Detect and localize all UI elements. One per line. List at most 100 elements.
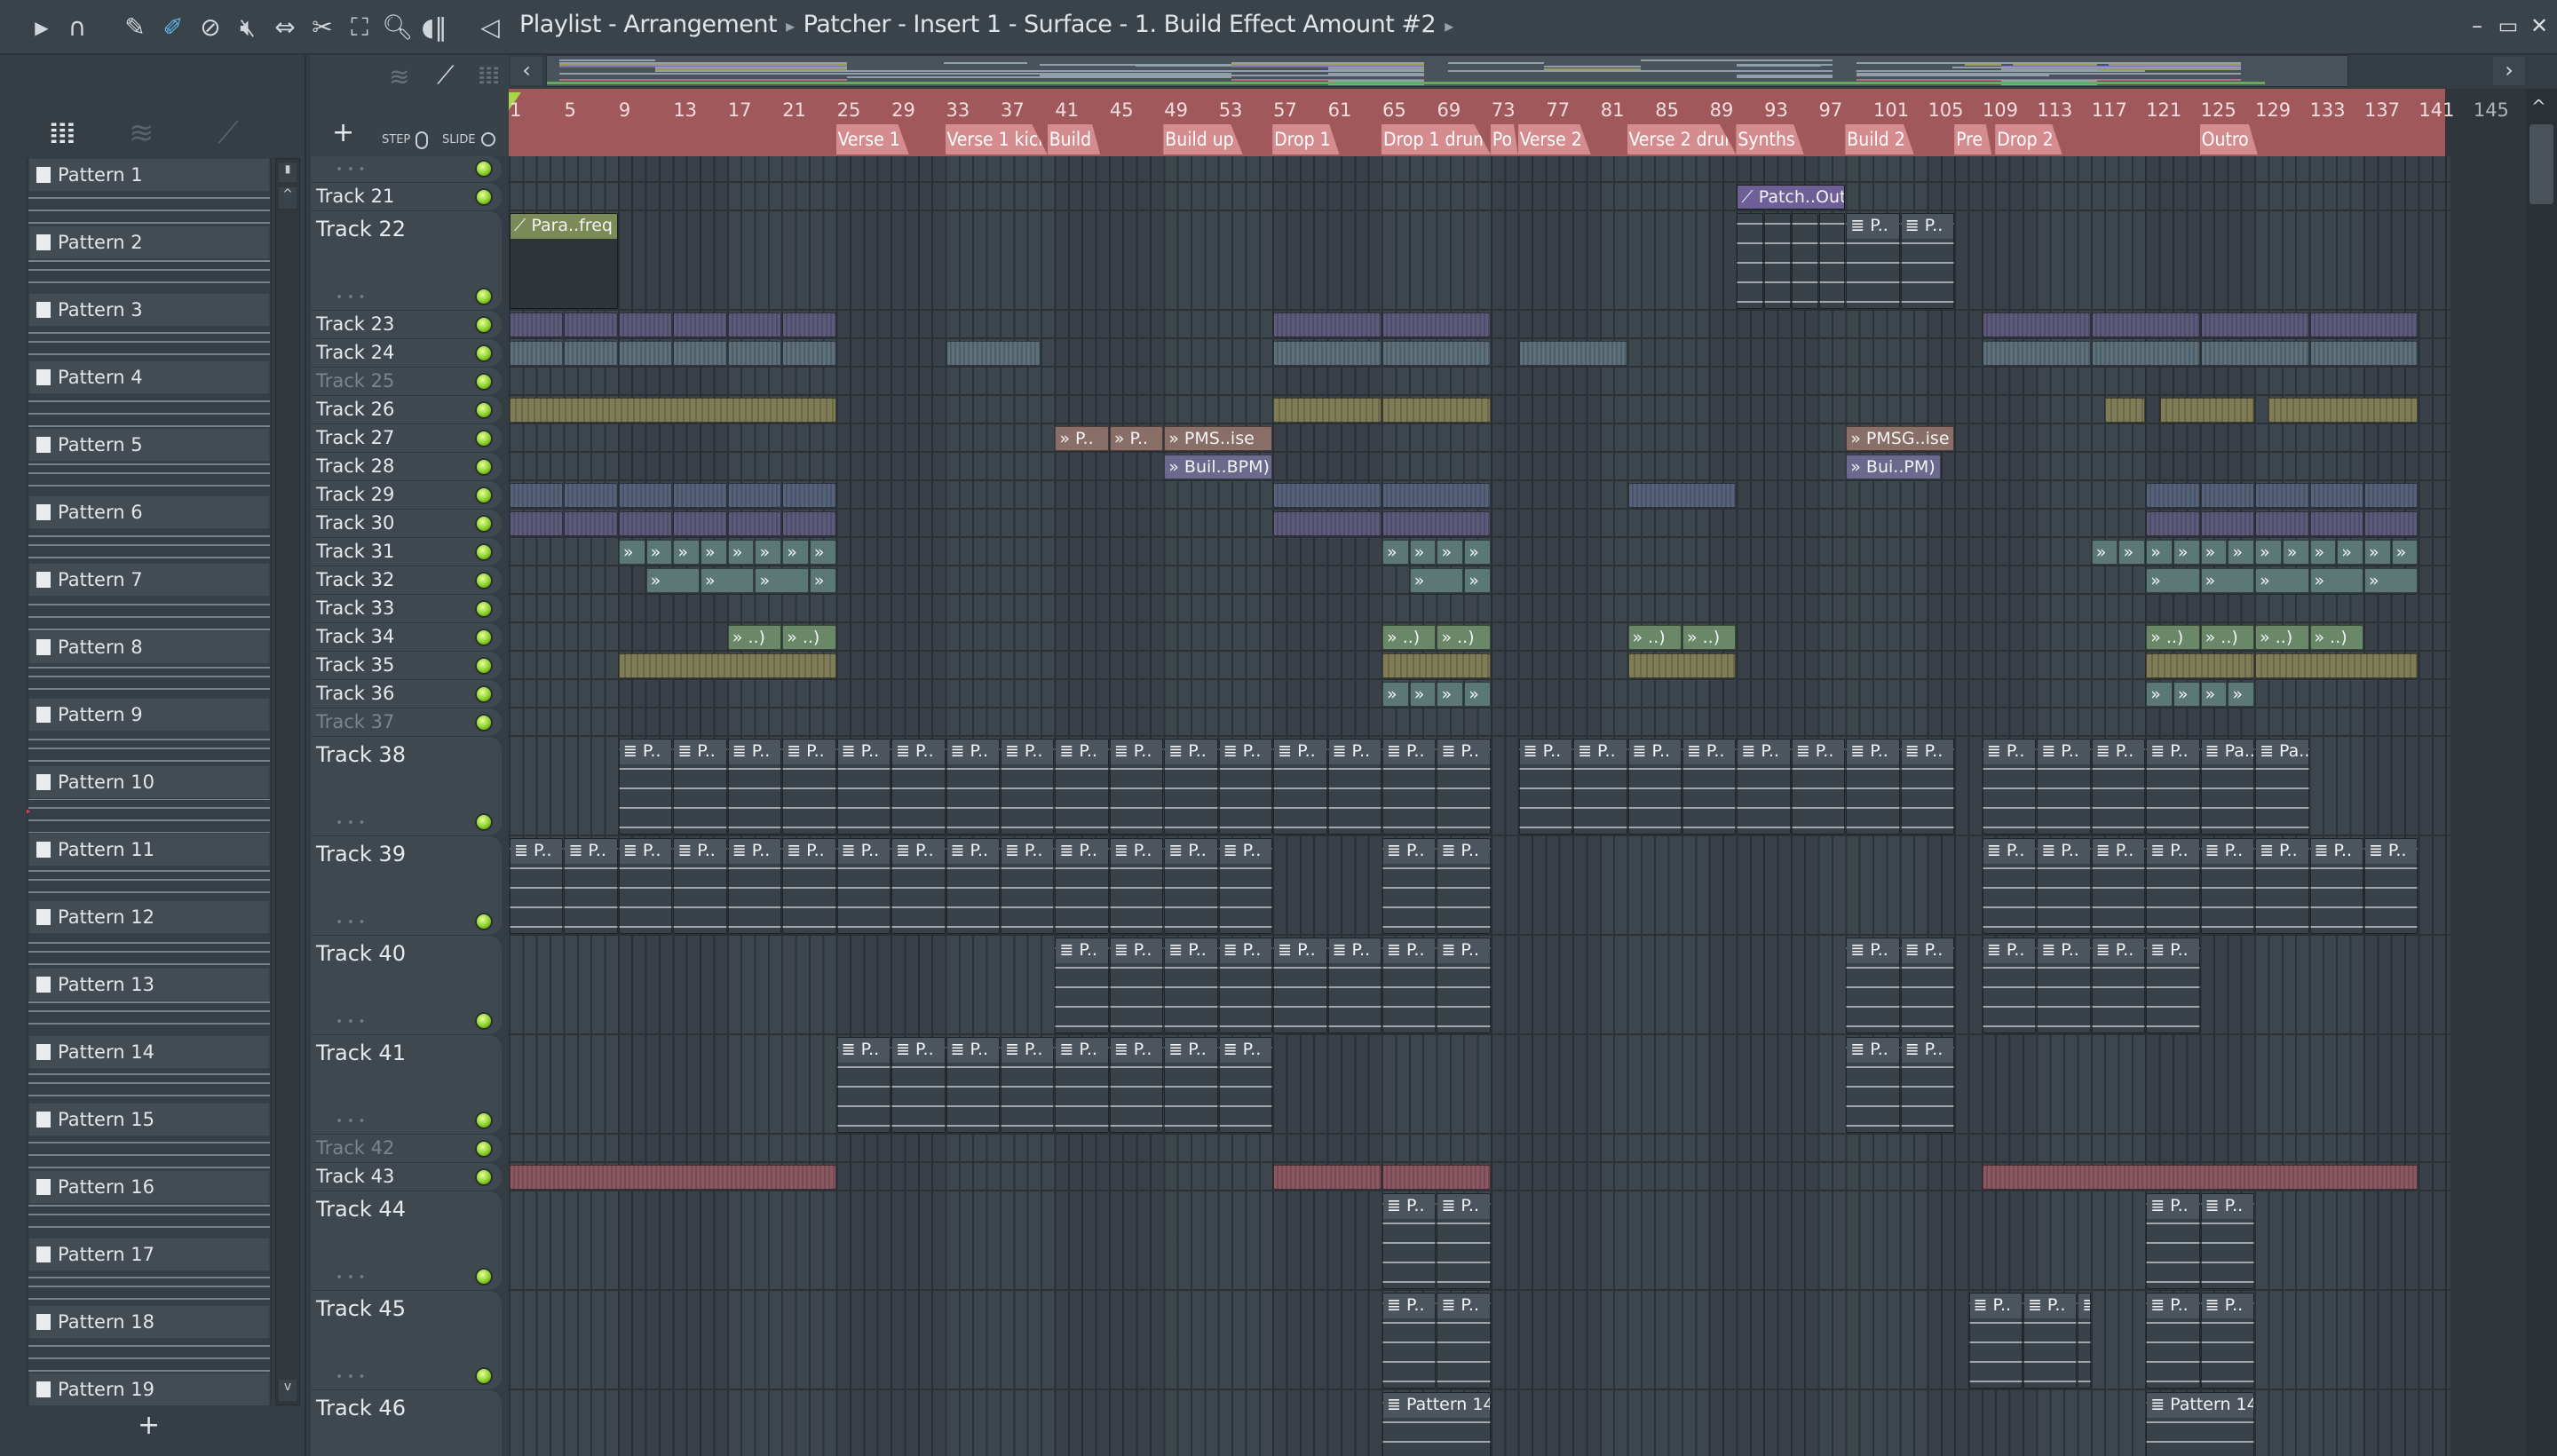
track-header[interactable]: Track 45 • • • [311,1291,502,1390]
audio-clip[interactable] [1382,1165,1491,1190]
pattern-header[interactable]: Pattern 1 [28,158,270,192]
automation-icon[interactable]: ⟋ [218,115,239,151]
audio-clip[interactable] [2255,511,2309,536]
pattern-clip[interactable]: » [809,540,836,565]
pattern-clip[interactable]: » [755,568,809,593]
marker-drop-1-drum[interactable]: Drop 1 drum [1381,124,1491,154]
audio-clip[interactable] [673,313,727,337]
pattern-clip[interactable]: » ..) [727,625,782,650]
track-options-icon[interactable]: • • • [336,1370,366,1384]
pattern-clip[interactable]: ≣ P.. [2037,938,2091,1033]
pattern-clip[interactable]: ≣ P.. [1982,739,2037,835]
audio-clip[interactable] [2309,313,2418,337]
audio-clip[interactable] [2200,511,2255,536]
pattern-clip[interactable]: ≣ P.. [1968,1293,2023,1389]
pattern-clip[interactable]: ≣ Pattern 14 [1382,1392,1491,1456]
audio-clip[interactable] [1382,398,1491,423]
audio-clip[interactable] [1627,653,1737,678]
track-header[interactable]: Track 46• • • [311,1390,502,1456]
audio-clip[interactable] [564,483,618,508]
playlist-overview[interactable] [546,55,2348,87]
pattern-clip[interactable]: ≣ P.. [946,838,1000,934]
pattern-clip[interactable]: » [782,540,809,565]
pattern-clip[interactable]: ≣ P.. [2200,838,2255,934]
pattern-clip[interactable]: » [2255,540,2282,565]
track-enable-led[interactable] [475,515,493,533]
pattern-clip[interactable]: » [2363,540,2391,565]
vertical-scroll-thumb[interactable] [2529,124,2553,204]
track-options-icon[interactable]: • • • [336,1015,366,1029]
pattern-clip[interactable]: ≣ P.. [1846,938,1900,1033]
audio-clip[interactable] [1273,511,1382,536]
track-enable-led[interactable] [475,1012,493,1030]
pattern-clip[interactable]: ≣ P.. [1327,938,1382,1033]
pattern-clip[interactable]: ≣ P.. [2146,1193,2200,1289]
audio-clip[interactable] [727,313,782,337]
pattern-item[interactable]: Pattern 12 [28,900,270,968]
pattern-clip[interactable]: » [2228,540,2255,565]
minimize-button[interactable]: – [2464,12,2490,39]
track-header[interactable]: Track 41 • • • [311,1035,502,1135]
pattern-clip[interactable]: » [1382,682,1409,707]
track-header[interactable]: Track 31 [311,538,502,566]
pattern-clip[interactable]: ≣ P.. [1982,938,2037,1033]
pattern-list-scrollbar[interactable]: ▮ ^ v [275,158,300,1405]
piano-roll-icon[interactable]: 𝍖 [478,60,500,90]
audio-clip[interactable] [564,341,618,366]
pattern-header[interactable]: Pattern 3 [28,293,270,327]
track-enable-led[interactable] [475,1367,493,1385]
track-header[interactable]: Track 21 [311,183,502,211]
track-enable-led[interactable] [475,1140,493,1158]
audio-clip[interactable] [782,313,836,337]
marker-verse-2[interactable]: Verse 2 [1517,124,1591,154]
track-header[interactable]: Track 33 [311,595,502,623]
pattern-clip[interactable]: ≣ P.. [891,1037,946,1133]
audio-clip[interactable] [510,313,564,337]
pattern-item[interactable]: Pattern 19 [28,1373,270,1405]
pattern-clip[interactable]: ≣ P.. [2091,739,2146,835]
track-enable-led[interactable] [475,572,493,590]
pattern-header[interactable]: Pattern 2 [28,226,270,259]
automation-clip[interactable]: ⟋ Patch..Out [1737,185,1846,210]
track-enable-led[interactable] [475,600,493,618]
track-header[interactable]: Track 35 [311,652,502,680]
audio-clip[interactable] [510,511,564,536]
pattern-clip[interactable]: ≣ P.. [2363,838,2418,934]
track-header[interactable]: Track 23 [311,311,502,339]
pattern-clip[interactable]: ≣ P.. [1900,739,1955,835]
audio-clip[interactable] [618,511,673,536]
marker-pre[interactable]: Pre [1954,124,1992,154]
audio-clip[interactable] [1273,1165,1382,1190]
track-enable-led[interactable] [475,629,493,646]
audio-clip[interactable] [727,483,782,508]
audio-clip[interactable] [2200,483,2255,508]
pattern-header[interactable]: Pattern 18 [28,1305,270,1339]
pattern-clip[interactable]: ≣ P.. [1437,1193,1491,1289]
audio-clip[interactable] [1273,341,1382,366]
track-options-icon[interactable]: • • • [336,162,366,177]
pattern-clip[interactable]: » [1409,540,1437,565]
pattern-clip[interactable]: ≣ P.. [2078,1293,2091,1389]
pattern-clip[interactable]: » ..) [2146,625,2200,650]
pattern-item[interactable]: Pattern 11 [28,833,270,900]
track-header[interactable]: Track 24 [311,339,502,368]
audio-clip[interactable] [2159,398,2255,423]
pattern-clip[interactable]: ≣ P.. [1218,938,1273,1033]
pattern-clip[interactable]: » [2391,540,2418,565]
marker-verse-2-drum[interactable]: Verse 2 drum [1627,124,1737,154]
pattern-clip[interactable]: » ..) [1382,625,1437,650]
audio-clip[interactable] [1382,483,1491,508]
overview-scroll-right-button[interactable]: › [2493,57,2525,85]
pattern-header[interactable]: Pattern 8 [28,630,270,664]
track-header[interactable]: Track 44 • • • [311,1191,502,1291]
pattern-clip[interactable]: ≣ P.. [2146,739,2200,835]
marker-synths[interactable]: Synths [1736,124,1804,154]
pattern-clip[interactable]: ≣ P.. [2146,938,2200,1033]
pattern-clip[interactable]: » [701,540,727,565]
slide-toggle[interactable] [481,132,495,146]
pattern-clip[interactable]: ≣ P.. [1109,938,1164,1033]
track-options-icon[interactable]: • • • [336,915,366,930]
pattern-clip[interactable]: ≣ P.. [1164,1037,1218,1133]
delete-icon[interactable]: ⊘ [195,12,226,43]
pattern-clip[interactable]: » [1437,682,1464,707]
